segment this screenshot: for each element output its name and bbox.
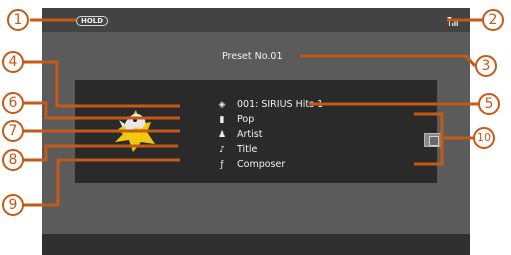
callout-6: 6 — [2, 92, 24, 114]
callout-1: 1 — [7, 9, 29, 31]
callout-9: 9 — [2, 194, 24, 216]
composer-name: Composer — [237, 159, 286, 170]
dog-icon: ◈ — [218, 100, 226, 110]
music-note-icon: ♪ — [219, 145, 225, 155]
hold-badge: HOLD — [76, 16, 109, 26]
title-row: ♪ Title — [216, 144, 257, 156]
preset-number: Preset No.01 — [222, 51, 283, 62]
bottom-bar — [42, 234, 470, 255]
player-screen: HOLD Preset No.01 ◈ 001: SIRIUS Hits 1 ▮ P… — [42, 8, 470, 255]
callout-10: 10 — [473, 127, 495, 149]
composer-icon: ƒ — [220, 160, 224, 170]
folder-icon: ▮ — [219, 115, 225, 125]
callout-5: 5 — [478, 93, 500, 115]
sirius-dog-logo — [115, 110, 155, 152]
channel-name: 001: SIRIUS Hits 1 — [237, 99, 324, 110]
artist-row: ♟ Artist — [216, 129, 263, 141]
channel-row: ◈ 001: SIRIUS Hits 1 — [216, 99, 324, 111]
callout-4: 4 — [2, 51, 24, 73]
callout-7: 7 — [2, 120, 24, 142]
category-name: Pop — [237, 114, 255, 125]
signal-strength-icon — [447, 17, 458, 26]
song-title: Title — [237, 144, 258, 155]
callout-8: 8 — [2, 149, 24, 171]
callout-2: 2 — [482, 9, 504, 31]
channel-info-panel: ◈ 001: SIRIUS Hits 1 ▮ Pop ♟ Artist ♪ Title … — [75, 80, 442, 183]
channel-art-icon — [424, 133, 442, 147]
callout-3: 3 — [475, 55, 497, 77]
artist-name: Artist — [237, 129, 263, 140]
composer-row: ƒ Composer — [216, 159, 285, 171]
person-icon: ♟ — [217, 130, 227, 140]
status-bar: HOLD — [42, 8, 470, 32]
category-row: ▮ Pop — [216, 114, 255, 126]
